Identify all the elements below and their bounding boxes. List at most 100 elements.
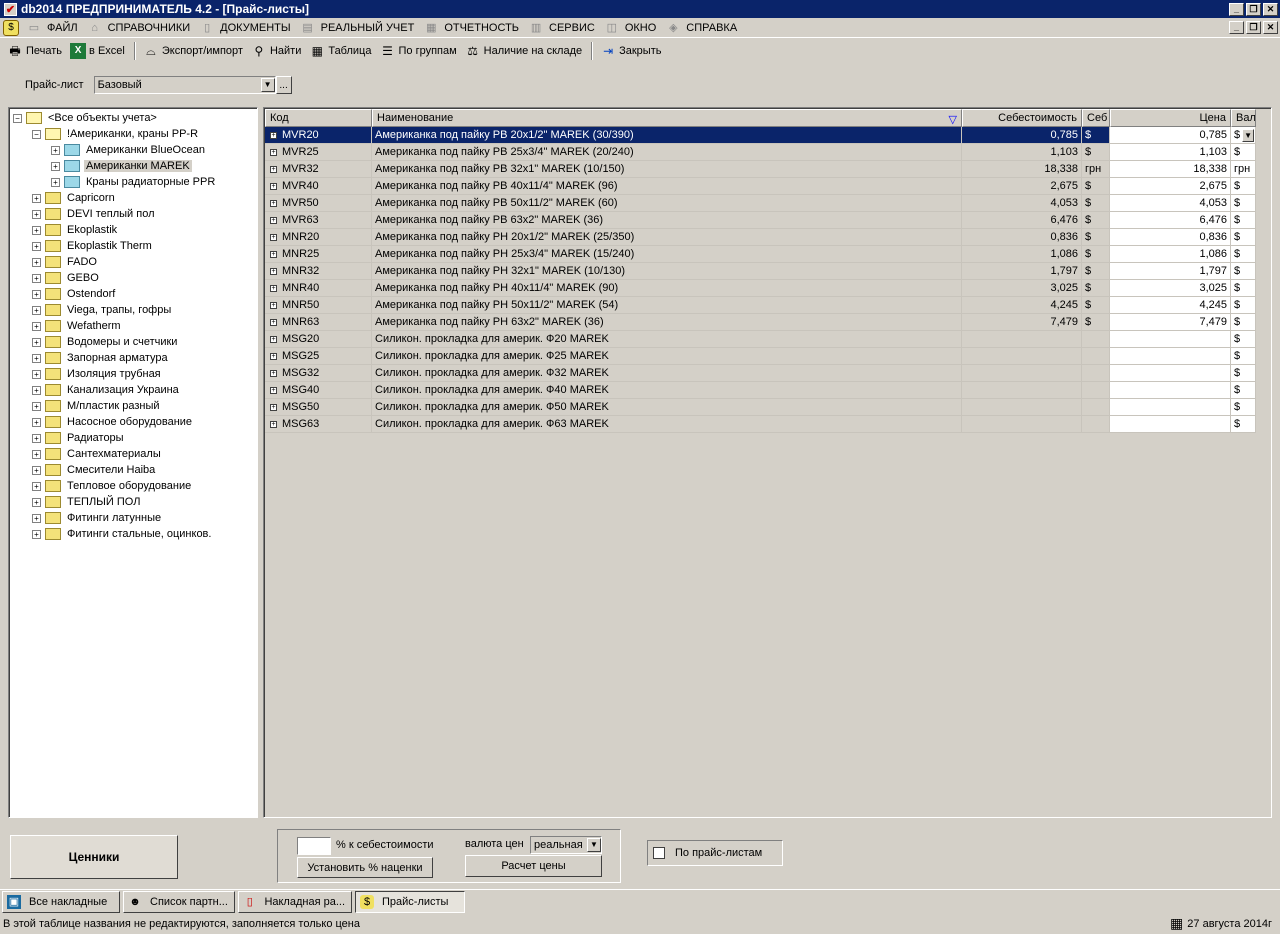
cell-price[interactable]: 0,836: [1110, 229, 1231, 246]
cell-price[interactable]: 4,245: [1110, 297, 1231, 314]
cell-price[interactable]: 1,797: [1110, 263, 1231, 280]
price-grid[interactable]: Код Наименование ▽ Себестоимость Себ Цена…: [263, 107, 1272, 818]
expand-icon[interactable]: +: [270, 284, 277, 292]
table-row[interactable]: + MNR63 Американка под пайку РН 63х2" MARE…: [265, 314, 1256, 331]
restore-button[interactable]: ❐: [1246, 2, 1261, 16]
tree-node[interactable]: + Тепловое оборудование: [32, 478, 193, 494]
table-row[interactable]: + MVR32 Американка под пайку РВ 32х1" MARE…: [265, 161, 1256, 178]
expand-icon[interactable]: +: [270, 182, 277, 190]
cell-price[interactable]: [1110, 416, 1231, 433]
cell-price[interactable]: 2,675: [1110, 178, 1231, 195]
cell-price[interactable]: [1110, 331, 1231, 348]
column-code[interactable]: Код: [265, 109, 372, 127]
tree-node[interactable]: + Американки MAREK: [51, 158, 192, 174]
expand-icon[interactable]: +: [270, 233, 277, 241]
expand-icon[interactable]: +: [32, 209, 41, 219]
expand-icon[interactable]: +: [51, 145, 60, 155]
expand-icon[interactable]: +: [270, 131, 277, 139]
expand-icon[interactable]: +: [32, 321, 41, 331]
export-import-button[interactable]: ⌓ Экспорт/импорт: [140, 41, 248, 61]
pricelist-combo[interactable]: Базовый ▼: [93, 76, 276, 94]
expand-icon[interactable]: +: [270, 369, 277, 377]
table-button[interactable]: ▦ Таблица: [306, 41, 376, 61]
collapse-icon[interactable]: −: [32, 129, 41, 139]
expand-icon[interactable]: +: [32, 369, 41, 379]
task-pricelists[interactable]: $ Прайс-листы: [355, 890, 465, 913]
cell-price[interactable]: 6,476: [1110, 212, 1231, 229]
table-row[interactable]: + MNR40 Американка под пайку РН 40х11/4" M…: [265, 280, 1256, 297]
tree-node[interactable]: − !Американки, краны PP-R: [32, 126, 200, 142]
app-dollar-icon[interactable]: $: [3, 19, 19, 36]
table-row[interactable]: + MNR32 Американка под пайку РН 32х1" MARE…: [265, 263, 1256, 280]
cell-price[interactable]: 1,103: [1110, 144, 1231, 161]
tree-node[interactable]: + Сантехматериалы: [32, 446, 163, 462]
close-window-button[interactable]: ⇥ Закрыть: [597, 41, 666, 61]
expand-icon[interactable]: +: [32, 449, 41, 459]
tree-node[interactable]: + Capricorn: [32, 190, 117, 206]
expand-icon[interactable]: +: [270, 301, 277, 309]
tree-node[interactable]: + Водомеры и счетчики: [32, 334, 179, 350]
expand-icon[interactable]: +: [32, 193, 41, 203]
currency-combo[interactable]: реальная ▼: [530, 836, 602, 854]
tree-node[interactable]: + М/пластик разный: [32, 398, 162, 414]
expand-icon[interactable]: +: [32, 289, 41, 299]
expand-icon[interactable]: +: [32, 273, 41, 283]
close-button[interactable]: ✕: [1263, 2, 1278, 16]
expand-icon[interactable]: +: [32, 257, 41, 267]
tree-node[interactable]: + Фитинги стальные, оцинков.: [32, 526, 213, 542]
by-pricelists-checkbox[interactable]: [653, 847, 665, 859]
category-tree[interactable]: − <Все объекты учета> − !Американки, краны …: [8, 107, 258, 818]
expand-icon[interactable]: +: [32, 513, 41, 523]
mdi-restore-button[interactable]: ❐: [1246, 21, 1261, 34]
expand-icon[interactable]: +: [270, 165, 277, 173]
column-price[interactable]: Цена: [1110, 109, 1231, 127]
cell-price[interactable]: 1,086: [1110, 246, 1231, 263]
column-price-currency[interactable]: Вал: [1231, 109, 1256, 127]
expand-icon[interactable]: +: [270, 386, 277, 394]
expand-icon[interactable]: +: [270, 250, 277, 258]
cell-price[interactable]: [1110, 382, 1231, 399]
expand-icon[interactable]: +: [32, 353, 41, 363]
tree-node[interactable]: + Wefatherm: [32, 318, 123, 334]
expand-icon[interactable]: +: [270, 199, 277, 207]
column-cost[interactable]: Себестоимость: [962, 109, 1082, 127]
table-row[interactable]: + MSG63 Силикон. прокладка для америк. Ф63…: [265, 416, 1256, 433]
expand-icon[interactable]: +: [51, 161, 60, 171]
table-row[interactable]: + MVR25 Американка под пайку РВ 25х3/4" MA…: [265, 144, 1256, 161]
mdi-close-button[interactable]: ✕: [1263, 21, 1278, 34]
chevron-down-icon[interactable]: ▼: [260, 78, 275, 92]
expand-icon[interactable]: +: [270, 420, 277, 428]
tree-node[interactable]: + Краны радиаторные PPR: [51, 174, 217, 190]
tree-node[interactable]: + DEVI теплый пол: [32, 206, 157, 222]
chevron-down-icon[interactable]: ▼: [1242, 128, 1255, 142]
markup-percent-input[interactable]: [297, 837, 331, 855]
tree-node[interactable]: + Ekoplastik: [32, 222, 119, 238]
sort-filter-icon[interactable]: ▽: [949, 112, 957, 126]
expand-icon[interactable]: +: [270, 403, 277, 411]
collapse-icon[interactable]: −: [13, 113, 22, 123]
expand-icon[interactable]: +: [270, 267, 277, 275]
expand-icon[interactable]: +: [270, 352, 277, 360]
menu-real-accounting[interactable]: ▤ РЕАЛЬНЫЙ УЧЕТ: [297, 18, 421, 38]
calc-price-button[interactable]: Расчет цены: [465, 855, 602, 877]
cell-price[interactable]: [1110, 399, 1231, 416]
column-cost-currency[interactable]: Себ: [1082, 109, 1110, 127]
expand-icon[interactable]: +: [32, 241, 41, 251]
menu-documents[interactable]: ▯ ДОКУМЕНТЫ: [196, 18, 296, 38]
menu-window[interactable]: ◫ ОКНО: [601, 18, 662, 38]
cell-price[interactable]: [1110, 365, 1231, 382]
task-partners[interactable]: ☻ Список партн...: [123, 890, 235, 913]
expand-icon[interactable]: +: [32, 481, 41, 491]
cell-price[interactable]: [1110, 348, 1231, 365]
print-button[interactable]: 🖶 Печать: [4, 41, 67, 61]
tree-node[interactable]: − <Все объекты учета>: [13, 110, 159, 126]
expand-icon[interactable]: +: [32, 305, 41, 315]
table-row[interactable]: + MSG25 Силикон. прокладка для америк. Ф25…: [265, 348, 1256, 365]
menu-reports[interactable]: ▦ ОТЧЕТНОСТЬ: [420, 18, 525, 38]
expand-icon[interactable]: +: [270, 148, 277, 156]
price-tags-button[interactable]: Ценники: [10, 835, 178, 879]
expand-icon[interactable]: +: [32, 529, 41, 539]
tree-node[interactable]: + Изоляция трубная: [32, 366, 163, 382]
tree-node[interactable]: + Смесители Haiba: [32, 462, 157, 478]
menu-file[interactable]: ▭ ФАЙЛ: [23, 18, 84, 38]
